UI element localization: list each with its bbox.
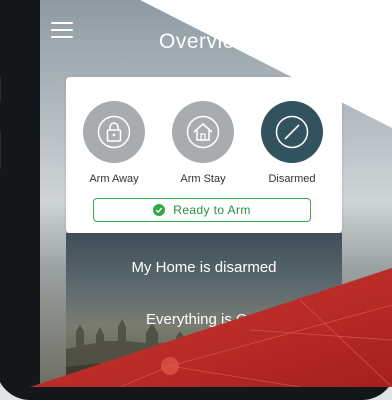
red-network-graphic (30, 268, 392, 387)
